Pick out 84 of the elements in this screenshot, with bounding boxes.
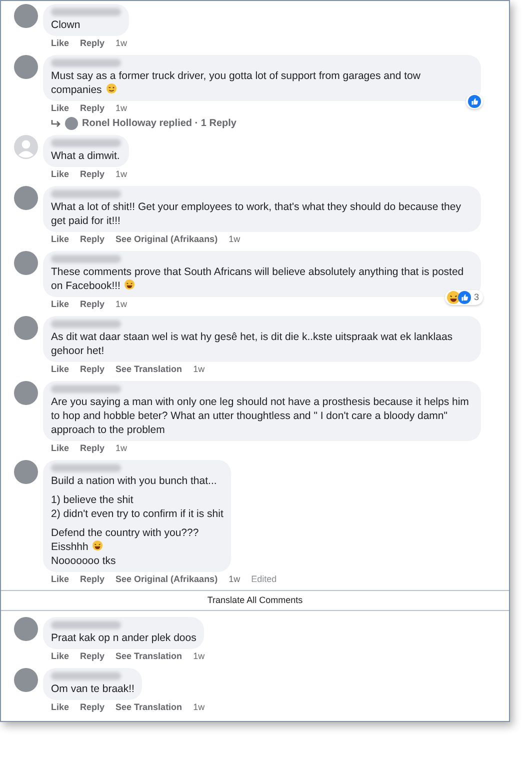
comment-action-link[interactable]: Like bbox=[51, 575, 70, 584]
comment-action-link[interactable]: Reply bbox=[80, 170, 105, 179]
comment-action-link[interactable]: Reply bbox=[80, 104, 105, 113]
comment-time: 1w bbox=[228, 235, 240, 244]
comment-action-link[interactable]: See Original (Afrikaans) bbox=[116, 235, 218, 244]
comment-text: What a lot of shit!! Get your employees to work, that's what they should do because they get paid for it!!! bbox=[51, 200, 462, 228]
comment-time: 1w bbox=[116, 444, 128, 453]
winking-emoji-icon bbox=[106, 83, 117, 94]
comment-time: 1w bbox=[116, 300, 128, 309]
comment-action-link[interactable]: Reply bbox=[80, 235, 105, 244]
comment-action-link[interactable]: Reply bbox=[80, 444, 105, 453]
avatar-photo-placeholder bbox=[14, 460, 38, 484]
comment-text: Om van te braak!! bbox=[51, 682, 134, 696]
comment-action-link[interactable]: Like bbox=[51, 235, 70, 244]
thumbs-up-reaction-icon bbox=[458, 291, 471, 304]
comment-action-link[interactable]: Reply bbox=[80, 365, 105, 374]
comment-action-link[interactable]: Reply bbox=[80, 703, 105, 712]
comment-action-link[interactable]: Like bbox=[51, 652, 70, 661]
blurred-author-name bbox=[51, 320, 121, 328]
laughing-emoji-icon bbox=[92, 540, 104, 551]
comment-text: 2) didn't even try to confirm if it is shit bbox=[51, 507, 224, 521]
comment-text: What a dimwit. bbox=[51, 149, 121, 163]
comment-text: Must say as a former truck driver, you gotta lot of support from garages and tow companies bbox=[51, 69, 422, 97]
comment-action-link[interactable]: Like bbox=[51, 365, 70, 374]
blurred-author-name bbox=[51, 59, 121, 67]
blurred-author-name bbox=[51, 672, 121, 680]
comment-action-link[interactable]: See Translation bbox=[116, 365, 182, 374]
comment-action-link[interactable]: Like bbox=[51, 104, 70, 113]
blurred-author-name bbox=[51, 139, 121, 147]
comment-action-link[interactable]: Like bbox=[51, 39, 70, 48]
comment-action-link[interactable]: Reply bbox=[80, 39, 105, 48]
reaction-counter[interactable]: 3 bbox=[444, 290, 483, 305]
comment-time: 1w bbox=[193, 365, 205, 374]
laughing-reaction-icon bbox=[446, 291, 460, 304]
blurred-author-name bbox=[51, 385, 121, 393]
blurred-author-name bbox=[51, 464, 121, 472]
laughing-emoji-icon bbox=[124, 279, 136, 290]
comment-time: 1w bbox=[116, 39, 128, 48]
reaction-counter[interactable] bbox=[466, 94, 483, 109]
blurred-author-name bbox=[51, 621, 121, 629]
thumbs-up-reaction-icon bbox=[468, 95, 481, 108]
blurred-author-name bbox=[51, 255, 121, 263]
default-avatar-icon bbox=[14, 135, 38, 159]
comment-text: Praat kak op n ander plek doos bbox=[51, 631, 196, 645]
comment-time: 1w bbox=[116, 170, 128, 179]
reaction-count: 3 bbox=[474, 293, 479, 302]
comment-text: Nooooooo tks bbox=[51, 554, 117, 568]
reply-arrow-icon bbox=[51, 120, 61, 128]
blurred-author-name bbox=[51, 190, 121, 198]
view-replies-link[interactable]: Ronel Holloway replied · 1 Reply bbox=[82, 118, 236, 128]
comment-text: Are you saying a man with only one leg should not have a prosthesis because it helps him to hop and hobble beter? What an utter thoughtless and " I don't care a bloody damn" approach to the problem bbox=[51, 395, 470, 437]
comment-action-link[interactable]: Reply bbox=[80, 300, 105, 309]
avatar-photo-placeholder bbox=[14, 668, 38, 692]
avatar-photo-placeholder bbox=[14, 251, 38, 275]
comment-action-link[interactable]: Like bbox=[51, 703, 70, 712]
comment-action-link[interactable]: See Original (Afrikaans) bbox=[116, 575, 218, 584]
comment-action-link[interactable]: Like bbox=[51, 300, 70, 309]
comment-action-link[interactable]: Reply bbox=[80, 652, 105, 661]
comment-text: Build a nation with you bunch that... bbox=[51, 474, 218, 488]
comment-action-link[interactable]: Like bbox=[51, 444, 70, 453]
comment-action-link[interactable]: See Translation bbox=[116, 703, 182, 712]
avatar-photo-placeholder bbox=[14, 381, 38, 405]
comment-text: Defend the country with you??? bbox=[51, 526, 200, 540]
comment-text: These comments prove that South Africans will believe absolutely anything that is posted on Facebook!!! bbox=[51, 265, 465, 293]
blurred-author-name bbox=[51, 8, 121, 16]
comment-time: 1w bbox=[193, 652, 205, 661]
comment-text: 1) believe the shit bbox=[51, 493, 134, 507]
comment-time: 1w bbox=[116, 104, 128, 113]
avatar-photo-placeholder bbox=[65, 117, 78, 130]
translate-all-button[interactable]: Translate All Comments bbox=[207, 595, 303, 606]
avatar-photo-placeholder bbox=[14, 316, 38, 340]
avatar-photo-placeholder bbox=[14, 55, 38, 79]
comment-text: Eisshhh bbox=[51, 540, 224, 554]
avatar-photo-placeholder bbox=[14, 186, 38, 210]
avatar-photo-placeholder bbox=[14, 617, 38, 641]
avatar-photo-placeholder bbox=[14, 4, 38, 28]
comment-action-link[interactable]: See Translation bbox=[116, 652, 182, 661]
comment-action-link[interactable]: Like bbox=[51, 170, 70, 179]
comment-time: 1w bbox=[228, 575, 240, 584]
comment-action-link[interactable]: Reply bbox=[80, 575, 105, 584]
comment-text: Clown bbox=[51, 18, 82, 32]
comment-time: 1w bbox=[193, 703, 205, 712]
edited-label: Edited bbox=[251, 575, 277, 584]
comment-text: As dit wat daar staan wel is wat hy gesê het, is dit die k..kste uitspraak wat ek lanklaas gehoor het! bbox=[51, 330, 454, 358]
